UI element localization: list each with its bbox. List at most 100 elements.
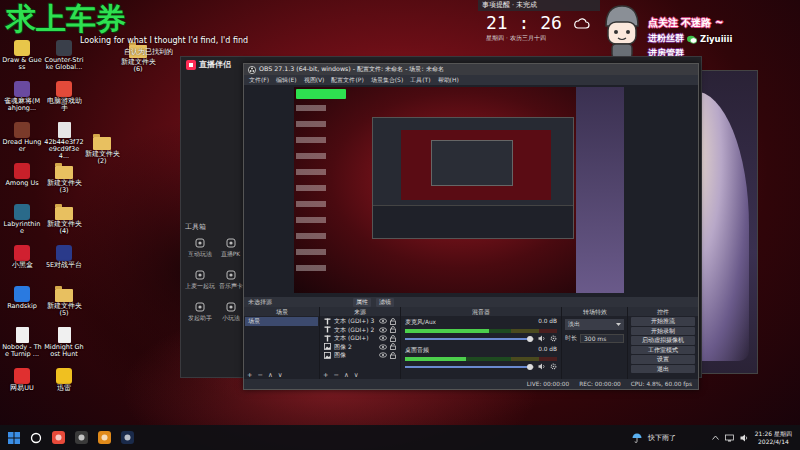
source-item[interactable]: 图像 2 <box>321 343 399 352</box>
scene-tool-button[interactable]: + <box>247 372 252 379</box>
eye-icon[interactable] <box>379 344 387 350</box>
eye-icon[interactable] <box>379 327 387 333</box>
gear-icon[interactable] <box>550 335 557 342</box>
companion-tool[interactable]: 互动玩法 <box>185 238 214 268</box>
image-source-icon <box>324 343 331 350</box>
source-tool-button[interactable]: ∨ <box>354 372 359 379</box>
desktop-icon[interactable]: 新建文件夹 (3) <box>44 163 84 204</box>
windows-start-icon[interactable] <box>8 432 20 444</box>
taskbar-clock[interactable]: 21:26 星期四2022/4/14 <box>755 430 792 446</box>
control-button[interactable]: 设置 <box>631 355 695 364</box>
desktop-icon[interactable]: 雀魂麻将(Mahjong... <box>2 81 42 122</box>
reminder-header[interactable]: 事项提醒 · 未完成 <box>478 0 600 11</box>
control-button[interactable]: 启动虚拟摄像机 <box>631 336 695 345</box>
desktop-icon-label: 新建文件夹 (3) <box>44 180 84 194</box>
source-item[interactable]: 文本 (GDI+) <box>321 334 399 343</box>
network-icon[interactable] <box>725 434 734 442</box>
companion-tool[interactable]: 直播PK <box>216 238 245 268</box>
menu-item[interactable]: 视图(V) <box>304 76 325 85</box>
desktop-icon[interactable]: 新建文件夹 (2) <box>82 134 122 165</box>
volume-slider[interactable] <box>405 338 534 340</box>
weather-text[interactable]: 快下雨了 <box>648 433 676 443</box>
app-icon <box>14 245 30 261</box>
desktop-icon[interactable]: 5E对战平台 <box>44 245 84 286</box>
menu-item[interactable]: 编辑(E) <box>276 76 296 85</box>
transitions-dock: 转场特效淡出时长300 ms <box>562 307 627 379</box>
desktop-icon[interactable]: 42b44e3f72e9cd9f3e4... <box>44 122 84 163</box>
desktop-icon[interactable]: 小黑盒 <box>2 245 42 286</box>
fan-group-text[interactable]: 进粉丝群 <box>648 33 684 45</box>
desktop-icon[interactable]: Among Us <box>2 163 42 204</box>
desktop-icon[interactable]: Midnight Ghost Hunt <box>44 327 84 368</box>
app-icon[interactable] <box>75 431 88 444</box>
app-icon[interactable] <box>52 431 65 444</box>
chevron-up-icon[interactable] <box>712 435 719 440</box>
speaker-icon[interactable] <box>538 363 546 370</box>
speaker-icon[interactable] <box>538 335 546 342</box>
lock-icon[interactable] <box>390 335 396 342</box>
mascot-icon <box>600 2 644 60</box>
gear-icon[interactable] <box>550 363 557 370</box>
search-icon[interactable] <box>30 432 42 444</box>
desktop-icon[interactable]: Labyrinthine <box>2 204 42 245</box>
mixer-channel: 桌面音频0.0 dB <box>405 346 557 370</box>
tool-icon <box>195 270 205 280</box>
scene-tool-button[interactable]: − <box>257 372 262 379</box>
desktop-icon[interactable]: 新建文件夹 (6) <box>118 42 158 73</box>
scene-tool-button[interactable]: ∨ <box>278 372 283 379</box>
desktop-icon-label: 新建文件夹 (6) <box>118 59 158 73</box>
dock-title: 来源 <box>320 307 400 316</box>
desktop-icon[interactable]: 新建文件夹 (5) <box>44 286 84 327</box>
menu-item[interactable]: 配置文件(P) <box>331 76 363 85</box>
app-icon[interactable] <box>98 431 111 444</box>
eye-icon[interactable] <box>379 335 387 341</box>
lock-icon[interactable] <box>390 352 396 359</box>
desktop-icon[interactable]: Nobody - The Turnip ... <box>2 327 42 368</box>
obs-menu-bar: 文件(F) 编辑(E) 视图(V) 配置文件(P) 场景集合(S) 工具(T) 帮助(H) <box>244 75 698 85</box>
desktop-icon[interactable]: Draw & Guess <box>2 40 42 81</box>
companion-tool[interactable]: 发起助手 <box>185 302 214 332</box>
source-item[interactable]: 文本 (GDI+) 3 <box>321 317 399 326</box>
companion-tool[interactable]: 小玩法 <box>216 302 245 332</box>
transition-dropdown[interactable]: 淡出 <box>565 319 624 330</box>
control-button[interactable]: 退出 <box>631 365 695 374</box>
menu-item[interactable]: 工具(T) <box>410 76 430 85</box>
source-tool-button[interactable]: − <box>333 372 338 379</box>
desktop-icon[interactable]: Randskip <box>2 286 42 327</box>
control-button[interactable]: 开始推流 <box>631 317 695 326</box>
app-icon[interactable] <box>121 431 134 444</box>
source-bar-button[interactable]: 属性 <box>353 298 371 307</box>
desktop-icon[interactable]: 网易UU <box>2 368 42 409</box>
source-tool-button[interactable]: + <box>323 372 328 379</box>
control-button[interactable]: 工作室模式 <box>631 346 695 355</box>
menu-item[interactable]: 帮助(H) <box>438 76 459 85</box>
source-bar-button[interactable]: 滤镜 <box>376 298 394 307</box>
taskbar: 快下雨了 21:26 星期四2022/4/14 <box>0 425 800 450</box>
desktop-icon[interactable]: 新建文件夹 (4) <box>44 204 84 245</box>
source-item[interactable]: 图像 <box>321 351 399 360</box>
desktop-icon[interactable]: Counter-Strike Global... <box>44 40 84 81</box>
source-item[interactable]: 文本 (GDI+) 2 <box>321 326 399 335</box>
eye-icon[interactable] <box>379 352 387 358</box>
menu-item[interactable]: 场景集合(S) <box>371 76 404 85</box>
lock-icon[interactable] <box>390 343 396 350</box>
lock-icon[interactable] <box>390 326 396 333</box>
volume-icon[interactable] <box>740 434 749 442</box>
file-icon <box>58 122 71 138</box>
companion-tool[interactable]: 音乐声卡 <box>216 270 245 300</box>
companion-tool[interactable]: 上麦一起玩 <box>185 270 214 300</box>
menu-item[interactable]: 文件(F) <box>249 76 269 85</box>
lock-icon[interactable] <box>390 318 396 325</box>
source-tool-button[interactable]: ∧ <box>344 372 349 379</box>
desktop-icon[interactable]: Dread Hunger <box>2 122 42 163</box>
scene-tool-button[interactable]: ∧ <box>268 372 273 379</box>
control-button[interactable]: 开始录制 <box>631 327 695 336</box>
preview-window-block <box>372 117 574 239</box>
source-bar: 未选择源属性滤镜 <box>244 297 698 307</box>
desktop-icon[interactable]: 迅雷 <box>44 368 84 409</box>
scene-item[interactable]: 场景 <box>245 317 318 326</box>
volume-slider[interactable] <box>405 366 534 368</box>
duration-field[interactable]: 300 ms <box>580 334 624 343</box>
desktop-icon[interactable]: 电脑游戏助手 <box>44 81 84 122</box>
eye-icon[interactable] <box>379 318 387 324</box>
